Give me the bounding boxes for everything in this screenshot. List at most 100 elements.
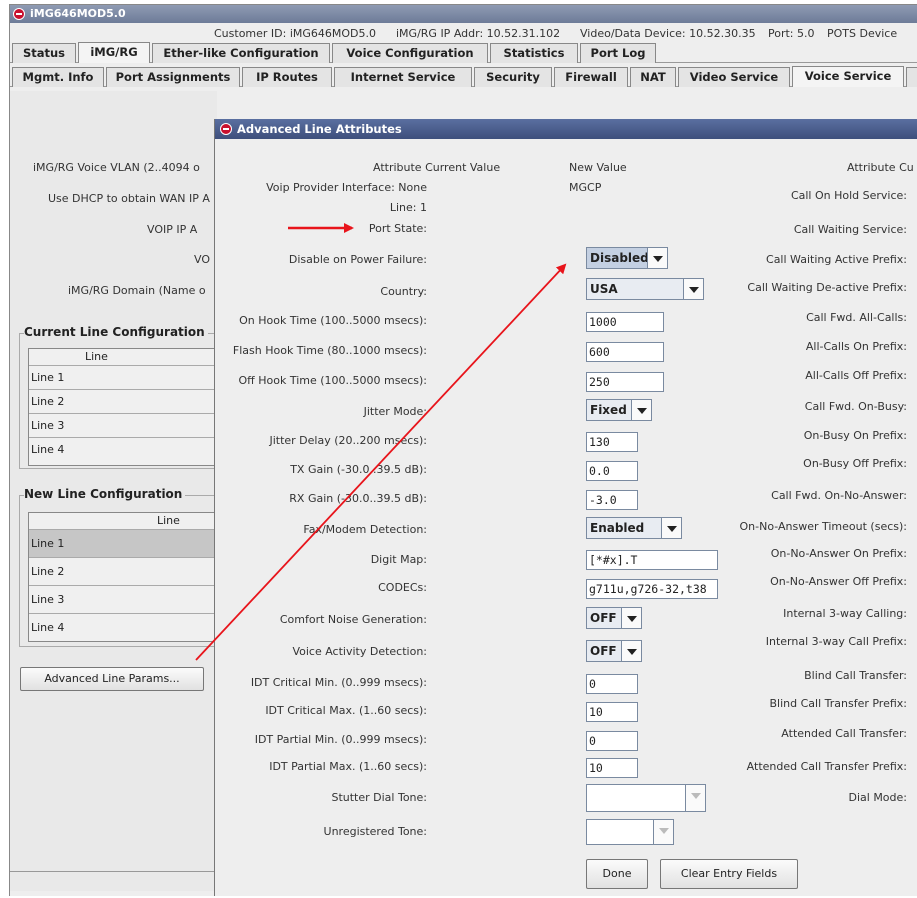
current-line-header: Line — [85, 350, 108, 363]
tab-firewall[interactable]: Firewall — [554, 67, 628, 87]
dhcp-wan-label: Use DHCP to obtain WAN IP A — [48, 192, 210, 205]
table-row[interactable]: Line 4 — [29, 437, 227, 461]
stutter-dial-tone-select[interactable] — [586, 784, 706, 812]
chevron-down-icon[interactable] — [621, 608, 641, 628]
tab-status[interactable]: Status — [12, 43, 76, 63]
done-button[interactable]: Done — [586, 859, 648, 889]
tab-video-service[interactable]: Video Service — [678, 67, 790, 87]
tab-port-assignments[interactable]: Port Assignments — [106, 67, 240, 87]
flash-hook-time-label: Flash Hook Time (80..1000 msecs): — [232, 344, 427, 357]
table-row[interactable]: Line 2 — [29, 557, 227, 585]
rx-gain-input[interactable]: -3.0 — [586, 490, 638, 510]
tx-gain-label: TX Gain (-30.0..39.5 dB): — [290, 463, 427, 476]
comfort-noise-label: Comfort Noise Generation: — [279, 613, 427, 626]
table-row[interactable]: Line 3 — [29, 585, 227, 613]
main-tabs: Status iMG/RG Ether-like Configuration V… — [10, 41, 917, 63]
idt-critical-max-label: IDT Critical Max. (1..60 secs): — [265, 704, 427, 717]
call-waiting-active-prefix-label: Call Waiting Active Prefix: — [766, 253, 907, 266]
col-new-value-header: New Value — [569, 161, 627, 174]
blind-transfer-prefix-label: Blind Call Transfer Prefix: — [769, 697, 908, 710]
tab-ether-like[interactable]: Ether-like Configuration — [152, 43, 330, 63]
idt-critical-max-input[interactable]: 10 — [586, 702, 638, 722]
off-hook-time-input[interactable]: 250 — [586, 372, 664, 392]
tab-ip-routes[interactable]: IP Routes — [242, 67, 332, 87]
voip-provider-new-value: MGCP — [569, 181, 602, 194]
digit-map-label: Digit Map: — [370, 553, 427, 566]
call-fwd-all-calls-label: Call Fwd. All-Calls: — [806, 311, 907, 324]
call-waiting-label: Call Waiting Service: — [793, 223, 907, 236]
internal-3way-prefix-label: Internal 3-way Call Prefix: — [765, 635, 907, 648]
voice-service-panel: iMG/RG Voice VLAN (2..4094 o Use DHCP to… — [10, 91, 229, 891]
advanced-line-params-button[interactable]: Advanced Line Params... — [20, 667, 204, 691]
clear-entry-fields-button[interactable]: Clear Entry Fields — [660, 859, 798, 889]
app-window: iMG646MOD5.0 Customer ID: iMG646MOD5.0 i… — [9, 4, 917, 896]
attended-call-transfer-label: Attended Call Transfer: — [781, 727, 907, 740]
dialog-titlebar[interactable]: Advanced Line Attributes — [215, 119, 917, 139]
new-line-config-group: New Line Configuration Line Line 1 Line … — [19, 487, 229, 647]
tx-gain-input[interactable]: 0.0 — [586, 461, 638, 481]
on-busy-on-prefix-label: On-Busy On Prefix: — [803, 429, 907, 442]
country-select[interactable]: USA — [586, 278, 704, 300]
no-answer-timeout-label: On-No-Answer Timeout (secs): — [739, 520, 908, 533]
unregistered-tone-select[interactable] — [586, 819, 674, 845]
tab-mgmt-info[interactable]: Mgmt. Info — [12, 67, 104, 87]
new-line-table: Line Line 1 Line 2 Line 3 Line 4 — [28, 512, 228, 642]
vo-label: VO — [194, 253, 210, 266]
jitter-mode-select[interactable]: Fixed — [586, 399, 652, 421]
vad-select[interactable]: OFF — [586, 640, 642, 662]
call-fwd-no-answer-label: Call Fwd. On-No-Answer: — [771, 489, 907, 502]
chevron-down-icon[interactable] — [661, 518, 681, 538]
fax-modem-label: Fax/Modem Detection: — [303, 523, 427, 536]
disable-power-failure-select[interactable]: Disabled — [586, 247, 668, 269]
call-waiting-deactive-prefix-label: Call Waiting De-active Prefix: — [747, 281, 907, 294]
comfort-noise-select[interactable]: OFF — [586, 607, 642, 629]
all-calls-on-prefix-label: All-Calls On Prefix: — [805, 340, 907, 353]
jitter-delay-input[interactable]: 130 — [586, 432, 638, 452]
on-busy-off-prefix-label: On-Busy Off Prefix: — [803, 457, 907, 470]
chevron-down-icon[interactable] — [621, 641, 641, 661]
unregistered-tone-label: Unregistered Tone: — [323, 825, 427, 838]
table-row[interactable]: Line 1 — [29, 365, 227, 389]
line-number-label: Line: 1 — [389, 201, 427, 214]
tab-nat[interactable]: NAT — [630, 67, 676, 87]
fax-modem-select[interactable]: Enabled — [586, 517, 682, 539]
jitter-delay-label: Jitter Delay (20..200 msecs): — [269, 434, 427, 447]
chevron-down-icon[interactable] — [653, 820, 673, 844]
dialog-logo-icon — [220, 123, 232, 135]
tab-port-log[interactable]: Port Log — [580, 43, 656, 63]
tab-internet-service[interactable]: Internet Service — [334, 67, 472, 87]
chevron-down-icon[interactable] — [631, 400, 651, 420]
current-line-config-group: Current Line Configuration Line Line 1 L… — [19, 325, 229, 469]
voip-ip-label: VOIP IP A — [147, 223, 198, 236]
country-label: Country: — [380, 285, 427, 298]
idt-partial-max-label: IDT Partial Max. (1..60 secs): — [269, 760, 427, 773]
sub-tabs: Mgmt. Info Port Assignments IP Routes In… — [10, 65, 917, 87]
window-titlebar[interactable]: iMG646MOD5.0 — [10, 5, 917, 23]
tab-overflow[interactable] — [906, 67, 917, 87]
idt-critical-min-label: IDT Critical Min. (0..999 msecs): — [250, 676, 427, 689]
idt-partial-max-input[interactable]: 10 — [586, 758, 638, 778]
table-row[interactable]: Line 1 — [29, 529, 227, 557]
chevron-down-icon[interactable] — [647, 248, 667, 268]
table-row[interactable]: Line 2 — [29, 389, 227, 413]
codecs-label: CODECs: — [378, 581, 427, 594]
col-attr-current-header: Attribute Current Value — [373, 161, 501, 174]
tab-statistics[interactable]: Statistics — [490, 43, 578, 63]
tab-security[interactable]: Security — [474, 67, 552, 87]
current-line-config-title: Current Line Configuration — [24, 325, 208, 339]
tab-voice-service[interactable]: Voice Service — [792, 66, 904, 87]
fax-modem-value: Enabled — [590, 521, 645, 535]
tab-voice-configuration[interactable]: Voice Configuration — [332, 43, 488, 63]
all-calls-off-prefix-label: All-Calls Off Prefix: — [805, 369, 907, 382]
flash-hook-time-input[interactable]: 600 — [586, 342, 664, 362]
rx-gain-label: RX Gain (-30.0..39.5 dB): — [289, 492, 427, 505]
on-hook-time-input[interactable]: 1000 — [586, 312, 664, 332]
table-row[interactable]: Line 4 — [29, 613, 227, 641]
advanced-line-attributes-dialog: Advanced Line Attributes Attribute Curre… — [214, 119, 917, 896]
idt-critical-min-input[interactable]: 0 — [586, 674, 638, 694]
call-on-hold-label: Call On Hold Service: — [790, 189, 907, 202]
table-row[interactable]: Line 3 — [29, 413, 227, 437]
idt-partial-min-input[interactable]: 0 — [586, 731, 638, 751]
tab-img-rg[interactable]: iMG/RG — [78, 42, 150, 63]
dial-mode-label: Dial Mode: — [848, 791, 908, 804]
